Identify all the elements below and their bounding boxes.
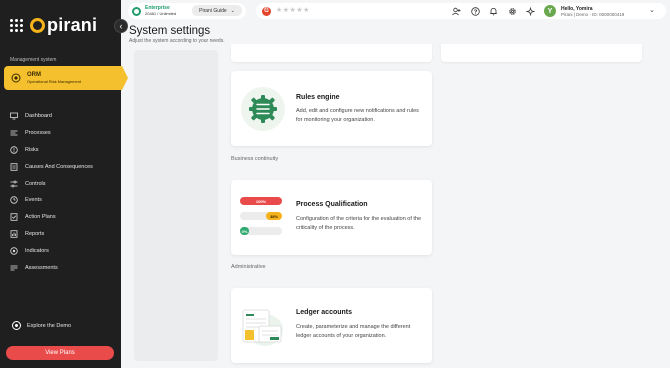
top-actions-bar: G ★★★★★ Y Hello, Yomira Pirani | Demo - …: [256, 3, 666, 19]
sidebar: pirani Management system ORM Operational…: [0, 0, 128, 368]
settings-category-panel: [134, 50, 218, 361]
rating-stars[interactable]: ★★★★★: [276, 6, 310, 14]
indicators-icon: [10, 247, 18, 255]
sidebar-item-events[interactable]: Events: [10, 192, 115, 209]
sidebar-item-causes[interactable]: Causes And Consequences: [10, 158, 115, 175]
add-user-icon[interactable]: [452, 7, 461, 16]
ledger-illustration: [239, 304, 285, 348]
reports-icon: [10, 230, 18, 238]
brand-name: pirani: [47, 14, 98, 35]
sidebar-item-label: Processes: [25, 130, 51, 137]
bar-row: 38%: [240, 212, 282, 220]
gear-icon[interactable]: [508, 7, 517, 16]
sidebar-item-label: Indicators: [25, 247, 49, 254]
section-business-continuity: Business continuity: [231, 156, 279, 162]
ledger-document-icon: [242, 309, 283, 346]
module-orm[interactable]: ORM Operational Risk Management: [4, 66, 128, 90]
bar-fill: 100%: [240, 197, 282, 205]
process-icon: [10, 130, 18, 136]
bell-icon[interactable]: [489, 7, 498, 16]
controls-icon: [10, 180, 18, 187]
plan-logo-icon: [132, 6, 141, 16]
assessments-icon: [10, 265, 18, 270]
module-title: ORM: [27, 72, 41, 78]
page-title: System settings: [129, 25, 211, 37]
risk-icon: [10, 146, 18, 154]
bar-fill: 0%: [240, 227, 249, 235]
explore-icon: [12, 321, 21, 330]
brand: pirani: [10, 14, 97, 36]
process-qualification-card[interactable]: 100% 38% 0% Process Qualification Config…: [231, 180, 432, 255]
section-administrative: Administrative: [231, 264, 266, 270]
card-title: Rules engine: [296, 94, 340, 101]
settings-card-partial[interactable]: [231, 44, 432, 62]
gear-rules-icon: [249, 95, 277, 123]
card-description: Configuration of the criteria for the ev…: [296, 216, 422, 231]
plan-usage: 20481 / Unlimited: [145, 11, 177, 16]
view-plans-button[interactable]: View Plans: [6, 346, 114, 360]
chevron-down-icon[interactable]: ⌄: [649, 6, 655, 14]
card-description: Add, edit and configure new notification…: [296, 108, 419, 123]
sparkle-icon[interactable]: [526, 7, 535, 16]
help-icon[interactable]: [471, 7, 480, 16]
bar-fill: 38%: [266, 212, 282, 220]
events-icon: [10, 196, 18, 205]
user-account-info: Pirani | Demo - ID: 0000000419: [561, 12, 625, 17]
collapse-sidebar-button[interactable]: ‹: [114, 19, 128, 33]
causes-icon: [10, 163, 18, 171]
sidebar-item-label: Dashboard: [25, 113, 52, 120]
sidebar-item-dashboard[interactable]: Dashboard: [10, 108, 115, 125]
sidebar-item-indicators[interactable]: Indicators: [10, 242, 115, 259]
bar-row: 100%: [240, 197, 282, 205]
sidebar-item-label: Events: [25, 197, 42, 204]
sidebar-item-label: Risks: [25, 146, 39, 153]
apps-grid-icon[interactable]: [10, 18, 23, 32]
avatar[interactable]: Y: [544, 5, 556, 17]
settings-card-partial[interactable]: [441, 44, 642, 62]
ledger-accounts-card[interactable]: Ledger accounts Create, parameterize and…: [231, 288, 432, 363]
sidebar-item-label: Controls: [25, 180, 46, 187]
sidebar-item-controls[interactable]: Controls: [10, 175, 115, 192]
sidebar-nav: Dashboard Processes Risks Causes And Con…: [10, 108, 115, 276]
user-greeting: Hello, Yomira: [561, 5, 593, 12]
sidebar-item-reports[interactable]: Reports: [10, 226, 115, 243]
sidebar-item-label: Action Plans: [25, 214, 56, 221]
g2-rating-icon[interactable]: G: [262, 6, 271, 16]
monitor-icon: [10, 112, 18, 120]
sidebar-item-label: Reports: [25, 230, 45, 237]
sidebar-item-label: Assessments: [25, 264, 58, 271]
orm-shield-icon: [11, 73, 21, 83]
card-title: Ledger accounts: [296, 309, 353, 316]
explore-label: Explore the Demo: [27, 322, 72, 329]
bar-row: 0%: [240, 227, 282, 235]
sidebar-item-assessments[interactable]: Assessments: [10, 259, 115, 276]
sidebar-item-processes[interactable]: Processes: [10, 125, 115, 142]
rules-engine-card[interactable]: Rules engine Add, edit and configure new…: [231, 71, 432, 146]
rules-engine-illustration: [241, 87, 285, 131]
management-system-label: Management system: [10, 57, 57, 63]
sidebar-item-risks[interactable]: Risks: [10, 142, 115, 159]
pirani-logo-icon: [30, 17, 45, 33]
module-subtitle: Operational Risk Management: [27, 79, 82, 84]
card-title: Process Qualification: [296, 201, 368, 208]
chevron-down-icon: ⌄: [230, 7, 235, 14]
explore-demo-link[interactable]: Explore the Demo: [12, 321, 71, 330]
card-description: Create, parameterize and manage the diff…: [296, 324, 411, 339]
sidebar-item-label: Causes And Consequences: [25, 163, 93, 170]
sidebar-item-action-plans[interactable]: Action Plans: [10, 209, 115, 226]
page-subtitle: Adjust the system according to your need…: [129, 38, 225, 44]
pirani-guide-dropdown[interactable]: Pirani Guide ⌄: [192, 5, 242, 16]
guide-label: Pirani Guide: [199, 7, 227, 14]
action-plans-icon: [10, 213, 18, 221]
